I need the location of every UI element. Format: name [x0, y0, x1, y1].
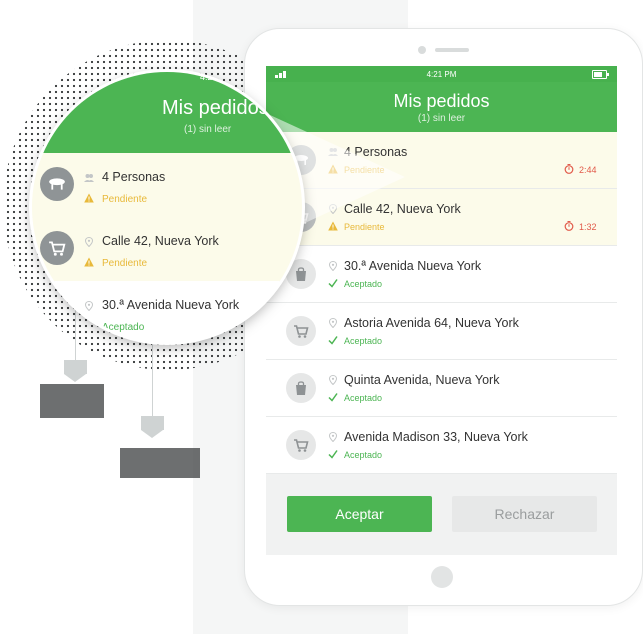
magnified-title: Mis pedidos	[162, 97, 269, 119]
magnified-list-item: 4 Personas Pendiente	[32, 153, 302, 218]
order-title: 30.ª Avenida Nueva York	[344, 259, 482, 273]
location-pin-icon	[328, 261, 338, 271]
action-bar: Aceptar Rechazar	[266, 474, 617, 555]
list-item[interactable]: Avenida Madison 33, Nueva York Aceptado	[266, 417, 617, 474]
order-timer: 1:32	[579, 222, 597, 232]
order-title: 30.ª Avenida Nueva York	[102, 298, 240, 312]
checkmark-icon	[328, 336, 338, 345]
checkmark-icon	[84, 322, 94, 331]
home-button[interactable]	[431, 566, 453, 588]
table-icon	[40, 167, 74, 201]
order-timer: 2:44	[579, 165, 597, 175]
annotation-arrow	[141, 416, 164, 430]
magnified-header: 4:21 PM Mis pedidos (1) sin leer	[32, 72, 302, 153]
order-title: Quinta Avenida, Nueva York	[344, 373, 500, 387]
order-status: Aceptado	[102, 322, 145, 333]
location-pin-icon	[84, 237, 94, 247]
magnified-status-time: 4:21 PM	[200, 72, 234, 82]
speaker	[435, 48, 469, 52]
magnified-list-item: 30.ª Avenida Nueva York Aceptado	[32, 281, 302, 342]
cart-icon	[286, 430, 316, 460]
checkmark-icon	[328, 393, 338, 402]
checkmark-icon	[328, 279, 338, 288]
list-item[interactable]: Astoria Avenida 64, Nueva York Aceptado	[266, 303, 617, 360]
timer-icon	[564, 164, 574, 174]
order-status: Pendiente	[102, 258, 148, 269]
order-title: 4 Personas	[102, 170, 166, 184]
location-pin-icon	[328, 432, 338, 442]
camera	[418, 46, 426, 54]
battery-icon	[592, 70, 609, 79]
order-title: Avenida Madison 33, Nueva York	[344, 430, 528, 444]
checkmark-icon	[328, 450, 338, 459]
location-pin-icon	[328, 318, 338, 328]
location-pin-icon	[84, 301, 94, 311]
accept-button[interactable]: Aceptar	[287, 496, 432, 532]
people-icon	[84, 174, 94, 182]
annotation-label-box	[40, 384, 104, 418]
order-status: Pendiente	[102, 194, 148, 205]
magnified-subtitle: (1) sin leer	[184, 124, 232, 135]
status-time: 4:21 PM	[426, 70, 457, 79]
list-item[interactable]: 30.ª Avenida Nueva York Aceptado	[266, 246, 617, 303]
bag-icon	[286, 373, 316, 403]
location-pin-icon	[328, 375, 338, 385]
reject-button[interactable]: Rechazar	[452, 496, 597, 532]
magnifier-lens: 4:21 PM Mis pedidos (1) sin leer 4 Perso…	[32, 72, 302, 342]
warning-icon	[84, 193, 94, 203]
order-title: Astoria Avenida 64, Nueva York	[344, 316, 519, 330]
order-status: Aceptado	[344, 279, 383, 289]
order-status: Aceptado	[344, 450, 383, 460]
cart-icon	[40, 231, 74, 265]
annotation-label-box	[120, 448, 200, 478]
order-status: Aceptado	[344, 336, 383, 346]
annotation-arrow-tip	[64, 374, 86, 382]
order-status: Aceptado	[344, 393, 383, 403]
warning-icon	[84, 257, 94, 267]
page-title: Mis pedidos	[393, 91, 490, 111]
list-item[interactable]: Quinta Avenida, Nueva York Aceptado	[266, 360, 617, 417]
magnified-list-item: Calle 42, Nueva York Pendiente	[32, 217, 302, 282]
status-bar: 4:21 PM	[266, 66, 617, 82]
timer-icon	[564, 221, 574, 231]
order-title: Calle 42, Nueva York	[102, 234, 219, 248]
annotation-arrow	[64, 360, 87, 374]
annotation-arrow-tip	[141, 430, 163, 438]
